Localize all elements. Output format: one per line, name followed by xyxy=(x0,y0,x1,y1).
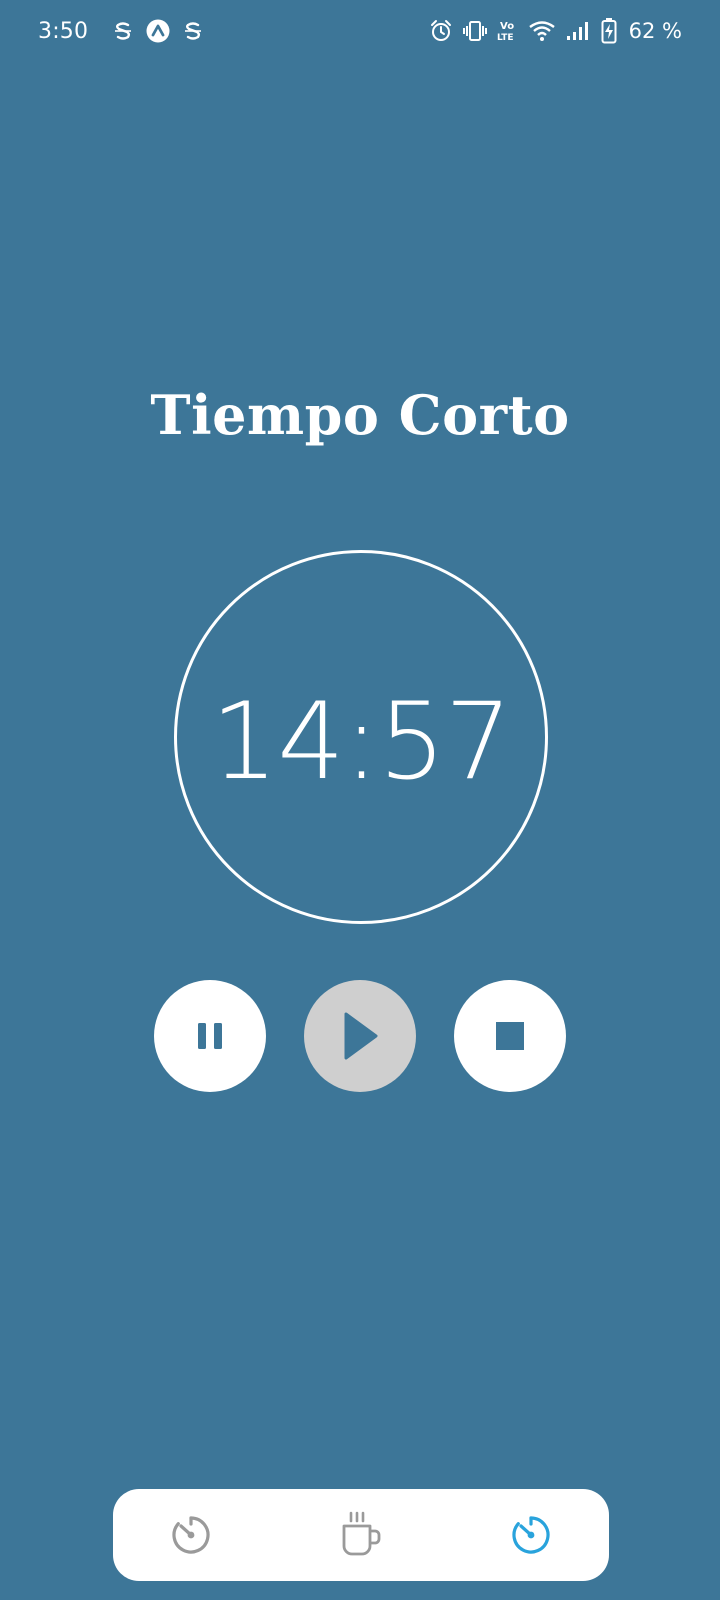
timer-circle: 14:57 xyxy=(174,550,548,924)
volte-icon: Vo LTE xyxy=(497,19,519,43)
mode-title: Tiempo Corto xyxy=(150,383,570,447)
nav-item-pomodoro[interactable] xyxy=(136,1489,246,1581)
battery-percentage: 62 % xyxy=(628,19,682,43)
bottom-navigation xyxy=(113,1489,609,1581)
pause-icon xyxy=(198,1023,222,1049)
timer-icon xyxy=(512,1516,550,1554)
pause-button[interactable] xyxy=(154,980,266,1092)
timer-icon xyxy=(172,1516,210,1554)
timer-display: 14:57 xyxy=(210,679,512,803)
status-time: 3:50 xyxy=(38,18,89,44)
svg-text:LTE: LTE xyxy=(497,33,514,43)
vibrate-icon xyxy=(462,19,487,43)
wifi-icon xyxy=(528,19,555,43)
arc-app-icon xyxy=(146,19,170,43)
battery-charging-icon xyxy=(601,18,617,44)
status-right: Vo LTE 62 % xyxy=(429,18,682,44)
stop-icon xyxy=(496,1022,524,1050)
nav-item-break[interactable] xyxy=(306,1489,416,1581)
play-icon xyxy=(344,1012,378,1060)
status-left: 3:50 xyxy=(38,19,202,44)
app-screen: 3:50 Vo LTE 62 % Tiempo Corto 14:57 xyxy=(0,0,720,1600)
coffee-cup-icon xyxy=(342,1511,381,1556)
play-button[interactable] xyxy=(304,980,416,1092)
svg-text:Vo: Vo xyxy=(500,21,514,32)
notification-icons xyxy=(114,19,202,43)
timer-controls xyxy=(0,980,720,1092)
signal-icon xyxy=(565,19,591,43)
s-app-icon xyxy=(184,21,202,41)
stop-button[interactable] xyxy=(454,980,566,1092)
status-bar: 3:50 Vo LTE 62 % xyxy=(0,0,720,62)
nav-item-short-time[interactable] xyxy=(476,1489,586,1581)
s-app-icon xyxy=(114,21,132,41)
alarm-icon xyxy=(429,19,453,43)
